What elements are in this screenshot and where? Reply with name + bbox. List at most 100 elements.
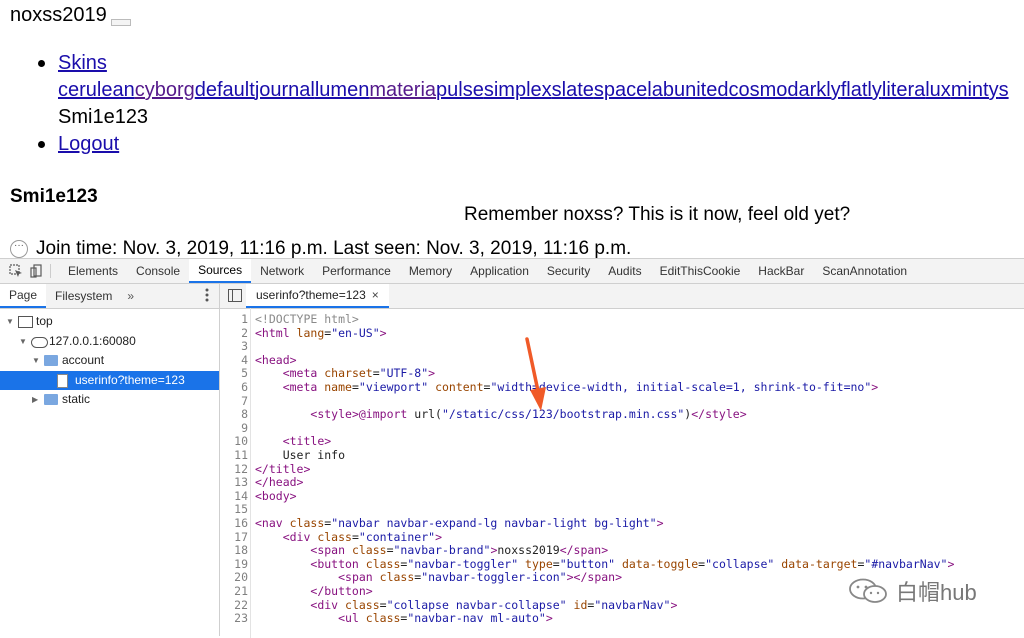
more-tabs-icon[interactable]: »	[121, 289, 140, 303]
tab-sources[interactable]: Sources	[189, 259, 252, 283]
navbar-brand: noxss2019	[10, 4, 107, 26]
skin-link-flatly[interactable]: flatly	[841, 79, 882, 101]
skin-link-pulse[interactable]: pulse	[436, 79, 484, 101]
wechat-logo-icon	[849, 578, 887, 603]
expand-down-icon[interactable]: ▼	[6, 312, 14, 332]
code-line: <span class="navbar-toggler-icon"></span…	[338, 570, 623, 585]
line-number: 2	[241, 325, 248, 340]
line-number: 11	[234, 448, 248, 462]
file-tree: ▼ top ▼ 127.0.0.1:60080 ▼ account userinfo?the…	[0, 312, 219, 410]
expand-down-icon[interactable]: ▼	[19, 332, 27, 352]
code-line: <meta name="viewport" content="width=dev…	[282, 380, 879, 394]
code-line: <button class="navbar-toggler" type="but…	[310, 556, 955, 571]
folder-icon	[44, 355, 58, 366]
file-tab-label: userinfo?theme=123	[256, 288, 366, 302]
tree-item[interactable]: userinfo?theme=123	[0, 370, 219, 390]
expand-down-icon[interactable]: ▼	[32, 351, 40, 371]
line-number: 14	[234, 488, 248, 503]
skin-link-space[interactable]: space	[594, 79, 647, 101]
nav-list: Skins ceruleancyborgdefaultjournallumenm…	[38, 50, 1009, 158]
tab-scanannotation[interactable]: ScanAnnotation	[813, 259, 916, 283]
skins-link[interactable]: Skins	[58, 52, 107, 74]
skin-link-litera[interactable]: litera	[882, 79, 925, 101]
code-line: <div class="collapse navbar-collapse" id…	[310, 597, 678, 612]
skin-link-lab[interactable]: lab	[647, 79, 674, 101]
line-number: 12	[234, 461, 248, 476]
expand-right-icon[interactable]: ▶	[32, 390, 38, 410]
tree-item-label: top	[36, 314, 53, 328]
close-icon[interactable]: ×	[372, 288, 379, 302]
skin-link-cerulean[interactable]: cerulean	[58, 79, 135, 101]
line-number: 18	[234, 543, 248, 558]
skin-link-s[interactable]: s	[999, 79, 1009, 101]
tab-filesystem[interactable]: Filesystem	[46, 284, 121, 308]
line-number: 6	[241, 380, 248, 394]
line-number: 5	[241, 366, 248, 381]
kebab-menu-icon[interactable]	[205, 288, 209, 305]
device-toolbar-icon[interactable]	[26, 259, 46, 283]
skin-link-cyborg[interactable]: cyborg	[135, 79, 195, 101]
skin-link-lumen[interactable]: lumen	[315, 79, 369, 101]
skin-link-lux[interactable]: lux	[925, 79, 951, 101]
tab-editthiscookie[interactable]: EditThisCookie	[651, 259, 750, 283]
sources-navigator: Page Filesystem » ▼ top ▼ 127.0.0.1:60080 ▼ a…	[0, 284, 220, 636]
tab-elements[interactable]: Elements	[59, 259, 127, 283]
skin-link-minty[interactable]: minty	[951, 79, 999, 101]
tab-performance[interactable]: Performance	[313, 259, 400, 283]
tree-item[interactable]: ▼ account	[0, 351, 219, 371]
line-number: 21	[234, 584, 248, 598]
code-line: <style>@import url("/static/css/123/boot…	[310, 407, 747, 422]
tab-console[interactable]: Console	[127, 259, 189, 283]
cloud-icon	[31, 336, 48, 348]
code-line: </title>	[255, 461, 311, 476]
skin-link-united[interactable]: united	[674, 79, 729, 101]
skin-link-darkly[interactable]: darkly	[787, 79, 840, 101]
code-line: </head>	[255, 475, 304, 490]
code-line: <!DOCTYPE html>	[255, 312, 359, 326]
editor-file-tab[interactable]: userinfo?theme=123 ×	[246, 284, 389, 308]
logout-link[interactable]: Logout	[58, 133, 119, 155]
devtools-panel: Elements Console Sources Network Performance…	[0, 258, 1024, 638]
watermark-text: 白帽hub	[896, 580, 977, 605]
line-number: 22	[234, 597, 248, 612]
skin-link-slate[interactable]: slate	[552, 79, 594, 101]
skin-link-materia[interactable]: materia	[369, 79, 436, 101]
navbar-toggler-button[interactable]	[111, 19, 131, 26]
line-number: 1	[241, 312, 248, 326]
toggle-navigator-icon[interactable]	[228, 289, 242, 302]
watermark: 白帽hub	[848, 575, 977, 607]
line-number: 10	[234, 434, 248, 449]
tree-item[interactable]: ▼ 127.0.0.1:60080	[0, 332, 219, 352]
skin-link-simplex[interactable]: simplex	[484, 79, 552, 101]
tree-item[interactable]: ▼ top	[0, 312, 219, 332]
inspect-element-icon[interactable]	[6, 259, 26, 283]
tab-page[interactable]: Page	[0, 284, 47, 308]
line-number: 9	[241, 420, 248, 435]
code-line: <head>	[255, 352, 297, 367]
tab-hackbar[interactable]: HackBar	[749, 259, 813, 283]
line-number: 16	[234, 516, 248, 530]
line-number: 19	[234, 556, 248, 571]
code-line: <html lang="en-US">	[255, 325, 387, 340]
file-icon	[57, 373, 68, 388]
skins-links-row: ceruleancyborgdefaultjournallumenmateria…	[38, 77, 1009, 104]
nav-username: Smi1e123	[58, 106, 149, 128]
tagline-text: Remember noxss? This is it now, feel old…	[464, 204, 851, 225]
line-number: 8	[241, 407, 248, 422]
line-number: 7	[241, 393, 248, 408]
tab-audits[interactable]: Audits	[599, 259, 650, 283]
line-number: 3	[241, 339, 248, 354]
skin-link-cosmo[interactable]: cosmo	[728, 79, 787, 101]
tree-item-label: account	[62, 353, 105, 367]
tab-network[interactable]: Network	[251, 259, 313, 283]
join-time-text: Join time: Nov. 3, 2019, 11:16 p.m. Last…	[36, 238, 632, 258]
tree-item[interactable]: ▶ static	[0, 390, 219, 410]
tab-application[interactable]: Application	[461, 259, 538, 283]
skin-link-journal[interactable]: journal	[255, 79, 315, 101]
tab-security[interactable]: Security	[538, 259, 599, 283]
line-number: 4	[241, 352, 248, 367]
tab-memory[interactable]: Memory	[400, 259, 461, 283]
devtools-tabbar: Elements Console Sources Network Performance…	[0, 259, 1024, 284]
tree-item-label: static	[62, 392, 91, 406]
skin-link-default[interactable]: default	[195, 79, 255, 101]
